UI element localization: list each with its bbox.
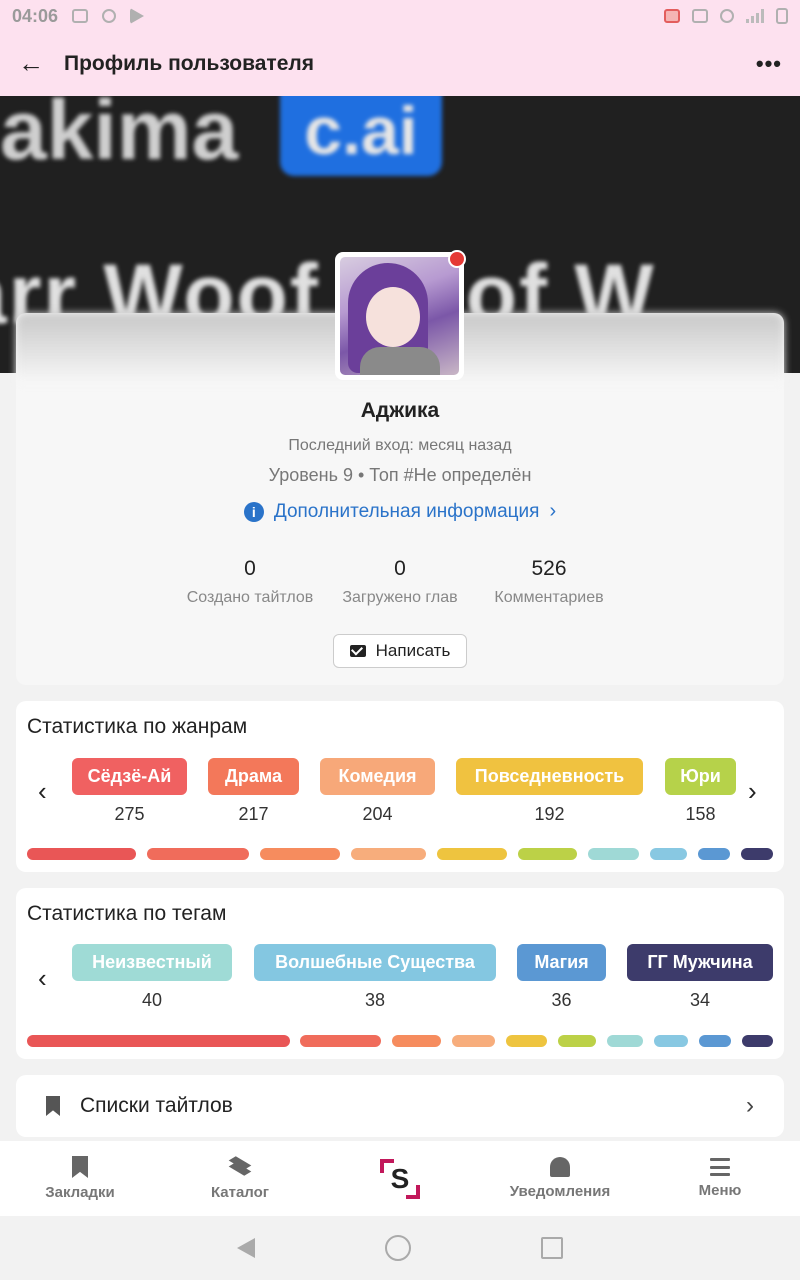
system-recents-icon[interactable] (541, 1237, 563, 1259)
nav-home-logo[interactable]: S (320, 1141, 480, 1216)
app-logo-icon: S (380, 1158, 420, 1199)
genre-chip[interactable]: Юри (665, 758, 736, 795)
write-message-button[interactable]: Написать (333, 634, 467, 668)
genre-count: 204 (362, 804, 393, 824)
tag-bar-segment (607, 1035, 643, 1047)
tag-chip[interactable]: ГГ Мужчина (627, 944, 773, 981)
tag-bar-segment (742, 1035, 773, 1047)
avatar-image (340, 257, 459, 375)
status-bar: 04:06 (0, 0, 800, 32)
info-icon: i (243, 501, 264, 522)
genre-count: 158 (685, 804, 716, 824)
stat-chapters-uploaded: 0 Загружено глав (342, 557, 458, 606)
tag-count: 34 (689, 990, 711, 1010)
shield-icon (102, 9, 117, 23)
hamburger-menu-icon (710, 1158, 730, 1176)
more-dots-icon[interactable]: ••• (756, 51, 782, 77)
genre-bar-segment (741, 848, 773, 860)
title-lists-label: Списки тайтлов (80, 1094, 233, 1117)
level-line: Уровень 9 • Топ #Не определён (268, 465, 532, 485)
page-title: Профиль пользователя (64, 52, 314, 75)
chevron-right-icon[interactable]: › (748, 776, 757, 807)
tag-count: 40 (141, 990, 163, 1010)
genre-bar-segment (260, 848, 340, 860)
tag-bar-segment (699, 1035, 731, 1047)
chevron-right-icon: › (746, 1092, 754, 1119)
genre-chip[interactable]: Драма (208, 758, 299, 795)
profile-stats: 0 Создано тайтлов 0 Загружено глав 526 К… (16, 557, 784, 617)
battery-icon (776, 8, 788, 24)
genre-bar-segment (588, 848, 639, 860)
genre-bar-segment (351, 848, 426, 860)
profile-name: Аджика (360, 399, 440, 422)
nav-bookmarks[interactable]: Закладки (0, 1141, 160, 1216)
genre-bar-segment (437, 848, 507, 860)
camera-icon (72, 9, 89, 23)
genre-count: 275 (114, 804, 145, 824)
banner-badge: c.ai (280, 96, 442, 176)
nav-catalog[interactable]: Каталог (160, 1141, 320, 1216)
tag-bar-segment (654, 1035, 688, 1047)
bottom-navigation: Закладки Каталог S Уведомления Меню (0, 1141, 800, 1216)
bookmark-icon (46, 1096, 60, 1116)
alarm-off-icon (720, 9, 734, 23)
envelope-icon (349, 645, 366, 657)
tag-stats-title: Статистика по тегам (27, 902, 227, 925)
cast-icon (664, 9, 680, 23)
system-navigation-bar (0, 1216, 800, 1280)
banner-text-top: akima (0, 96, 239, 177)
genre-stats-card: Статистика по жанрам ‹ › Сёдзё-Ай 275 Др… (16, 701, 784, 872)
system-back-icon[interactable] (237, 1238, 255, 1258)
tag-bar-segment (452, 1035, 495, 1047)
more-info-link[interactable]: i Дополнительная информация › (16, 500, 784, 523)
online-status-dot (448, 250, 466, 268)
genre-bar-segment (518, 848, 577, 860)
genre-stats-title: Статистика по жанрам (27, 715, 248, 738)
stat-comments: 526 Комментариев (494, 557, 604, 606)
tag-bar-segment (506, 1035, 547, 1047)
genre-chip[interactable]: Комедия (320, 758, 435, 795)
bell-icon (550, 1157, 570, 1177)
arrow-left-icon[interactable]: ← (18, 50, 44, 76)
app-bar: ← Профиль пользователя ••• (0, 32, 800, 96)
genre-bar-segment (698, 848, 730, 860)
tag-bar-segment (300, 1035, 381, 1047)
genre-bar-segment (147, 848, 249, 860)
tag-chip[interactable]: Магия (517, 944, 606, 981)
chevron-right-icon: › (549, 500, 557, 522)
genre-bar-segment (650, 848, 687, 860)
layers-icon (228, 1156, 252, 1178)
system-home-icon[interactable] (385, 1235, 411, 1261)
stat-titles-created: 0 Создано тайтлов (186, 557, 314, 606)
avatar[interactable] (335, 252, 464, 380)
genre-chip[interactable]: Повседневность (456, 758, 643, 795)
status-time: 04:06 (12, 5, 59, 26)
tag-bar-segment (27, 1035, 290, 1047)
genre-count: 192 (534, 804, 565, 824)
tag-stats-card: Статистика по тегам ‹ Неизвестный 40 Вол… (16, 888, 784, 1059)
tag-chip[interactable]: Волшебные Существа (254, 944, 496, 981)
nav-notifications[interactable]: Уведомления (480, 1141, 640, 1216)
more-info-label: Дополнительная информация (273, 500, 540, 522)
play-store-icon (130, 8, 145, 24)
bookmark-icon (72, 1156, 88, 1178)
tag-count: 38 (364, 990, 386, 1010)
signal-icon (746, 9, 764, 23)
tag-count: 36 (551, 990, 572, 1010)
tag-chip[interactable]: Неизвестный (72, 944, 232, 981)
key-icon (692, 9, 708, 23)
tag-bar-segment (392, 1035, 441, 1047)
chevron-left-icon[interactable]: ‹ (38, 963, 47, 994)
genre-chip[interactable]: Сёдзё-Ай (72, 758, 187, 795)
tag-bar-segment (558, 1035, 596, 1047)
chevron-left-icon[interactable]: ‹ (38, 776, 47, 807)
nav-menu[interactable]: Меню (640, 1141, 800, 1216)
title-lists-item[interactable]: Списки тайтлов › (16, 1075, 784, 1137)
genre-bar-segment (27, 848, 136, 860)
genre-count: 217 (238, 804, 269, 824)
last-login: Последний вход: месяц назад (288, 437, 512, 454)
